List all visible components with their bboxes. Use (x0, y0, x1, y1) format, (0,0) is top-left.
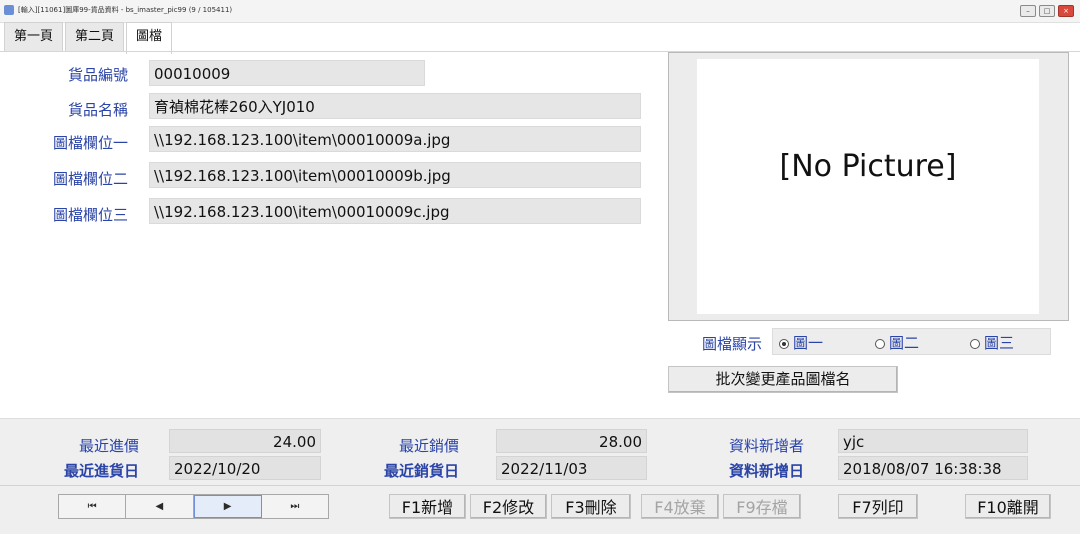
tab-page-one[interactable]: 第一頁 (4, 22, 64, 51)
tab-picture[interactable]: 圖檔 (126, 22, 173, 54)
minimize-button[interactable]: – (1020, 5, 1036, 17)
save-button[interactable]: F9存檔 (723, 494, 801, 519)
print-button[interactable]: F7列印 (838, 494, 918, 519)
item-no-field[interactable]: 00010009 (149, 60, 425, 86)
last-sale-date-label: 最近銷貨日 (383, 462, 459, 480)
first-record-button[interactable]: ⏮ (59, 495, 127, 518)
window-title-bar: [輸入][11061]圖庫99-貨品資料 - bs_imaster_pic99 … (0, 0, 1080, 23)
radio-pic2-label: 圖二 (889, 334, 920, 352)
window-title: [輸入][11061]圖庫99-貨品資料 - bs_imaster_pic99 … (18, 6, 233, 14)
exit-button[interactable]: F10離開 (965, 494, 1051, 519)
last-purchase-price-label: 最近進價 (78, 437, 139, 455)
picture-canvas: [No Picture] (697, 59, 1039, 314)
last-purchase-price-field: 24.00 (169, 429, 321, 453)
last-sale-price-field: 28.00 (496, 429, 647, 453)
prev-record-button[interactable]: ◀ (126, 495, 194, 518)
close-button[interactable]: × (1058, 5, 1074, 17)
tab-bar: 第一頁 第二頁 圖檔 (4, 22, 174, 54)
picture-selector: 圖一 圖二 圖三 (772, 328, 1051, 355)
pic2-label: 圖檔欄位二 (52, 170, 128, 188)
pic2-path-field[interactable]: \\192.168.123.100\item\00010009b.jpg (149, 162, 641, 188)
footer-divider (0, 485, 1080, 486)
pic1-label: 圖檔欄位一 (52, 134, 128, 152)
app-icon (4, 5, 14, 15)
radio-selected-icon (779, 338, 789, 349)
created-at-field: 2018/08/07 16:38:38 (838, 456, 1028, 480)
last-record-button[interactable]: ⏭ (262, 495, 328, 518)
delete-button[interactable]: F3刪除 (551, 494, 631, 519)
radio-empty-icon (970, 338, 980, 349)
radio-empty-icon (875, 338, 885, 349)
last-purchase-date-field: 2022/10/20 (169, 456, 321, 480)
last-sale-price-label: 最近銷價 (398, 437, 459, 455)
window-controls: – □ × (1020, 5, 1074, 17)
created-by-label: 資料新增者 (728, 437, 804, 455)
created-at-label: 資料新增日 (728, 462, 804, 480)
edit-button[interactable]: F2修改 (470, 494, 547, 519)
record-navigator: ⏮ ◀ ▶ ⏭ (58, 494, 329, 519)
maximize-button[interactable]: □ (1039, 5, 1055, 17)
picture-frame: [No Picture] (668, 52, 1069, 321)
pic3-label: 圖檔欄位三 (52, 206, 128, 224)
radio-pic2[interactable]: 圖二 (875, 332, 919, 353)
last-purchase-date-label: 最近進貨日 (63, 462, 139, 480)
tab-page-two[interactable]: 第二頁 (65, 22, 125, 51)
radio-pic3-label: 圖三 (984, 334, 1015, 352)
item-name-label: 貨品名稱 (67, 101, 128, 119)
picture-display-label: 圖檔顯示 (701, 335, 762, 353)
radio-pic3[interactable]: 圖三 (970, 332, 1014, 353)
pic3-path-field[interactable]: \\192.168.123.100\item\00010009c.jpg (149, 198, 641, 224)
last-sale-date-field: 2022/11/03 (496, 456, 647, 480)
add-button[interactable]: F1新增 (389, 494, 466, 519)
item-name-field[interactable]: 育禎棉花棒260入YJ010 (149, 93, 641, 119)
created-by-field: yjc (838, 429, 1028, 453)
radio-pic1-label: 圖一 (793, 334, 824, 352)
radio-pic1[interactable]: 圖一 (779, 332, 823, 353)
discard-button[interactable]: F4放棄 (641, 494, 719, 519)
batch-rename-button[interactable]: 批次變更產品圖檔名 (668, 366, 898, 393)
no-picture-text: [No Picture] (779, 149, 957, 184)
pic1-path-field[interactable]: \\192.168.123.100\item\00010009a.jpg (149, 126, 641, 152)
item-no-label: 貨品編號 (67, 66, 128, 84)
next-record-button[interactable]: ▶ (193, 495, 262, 518)
